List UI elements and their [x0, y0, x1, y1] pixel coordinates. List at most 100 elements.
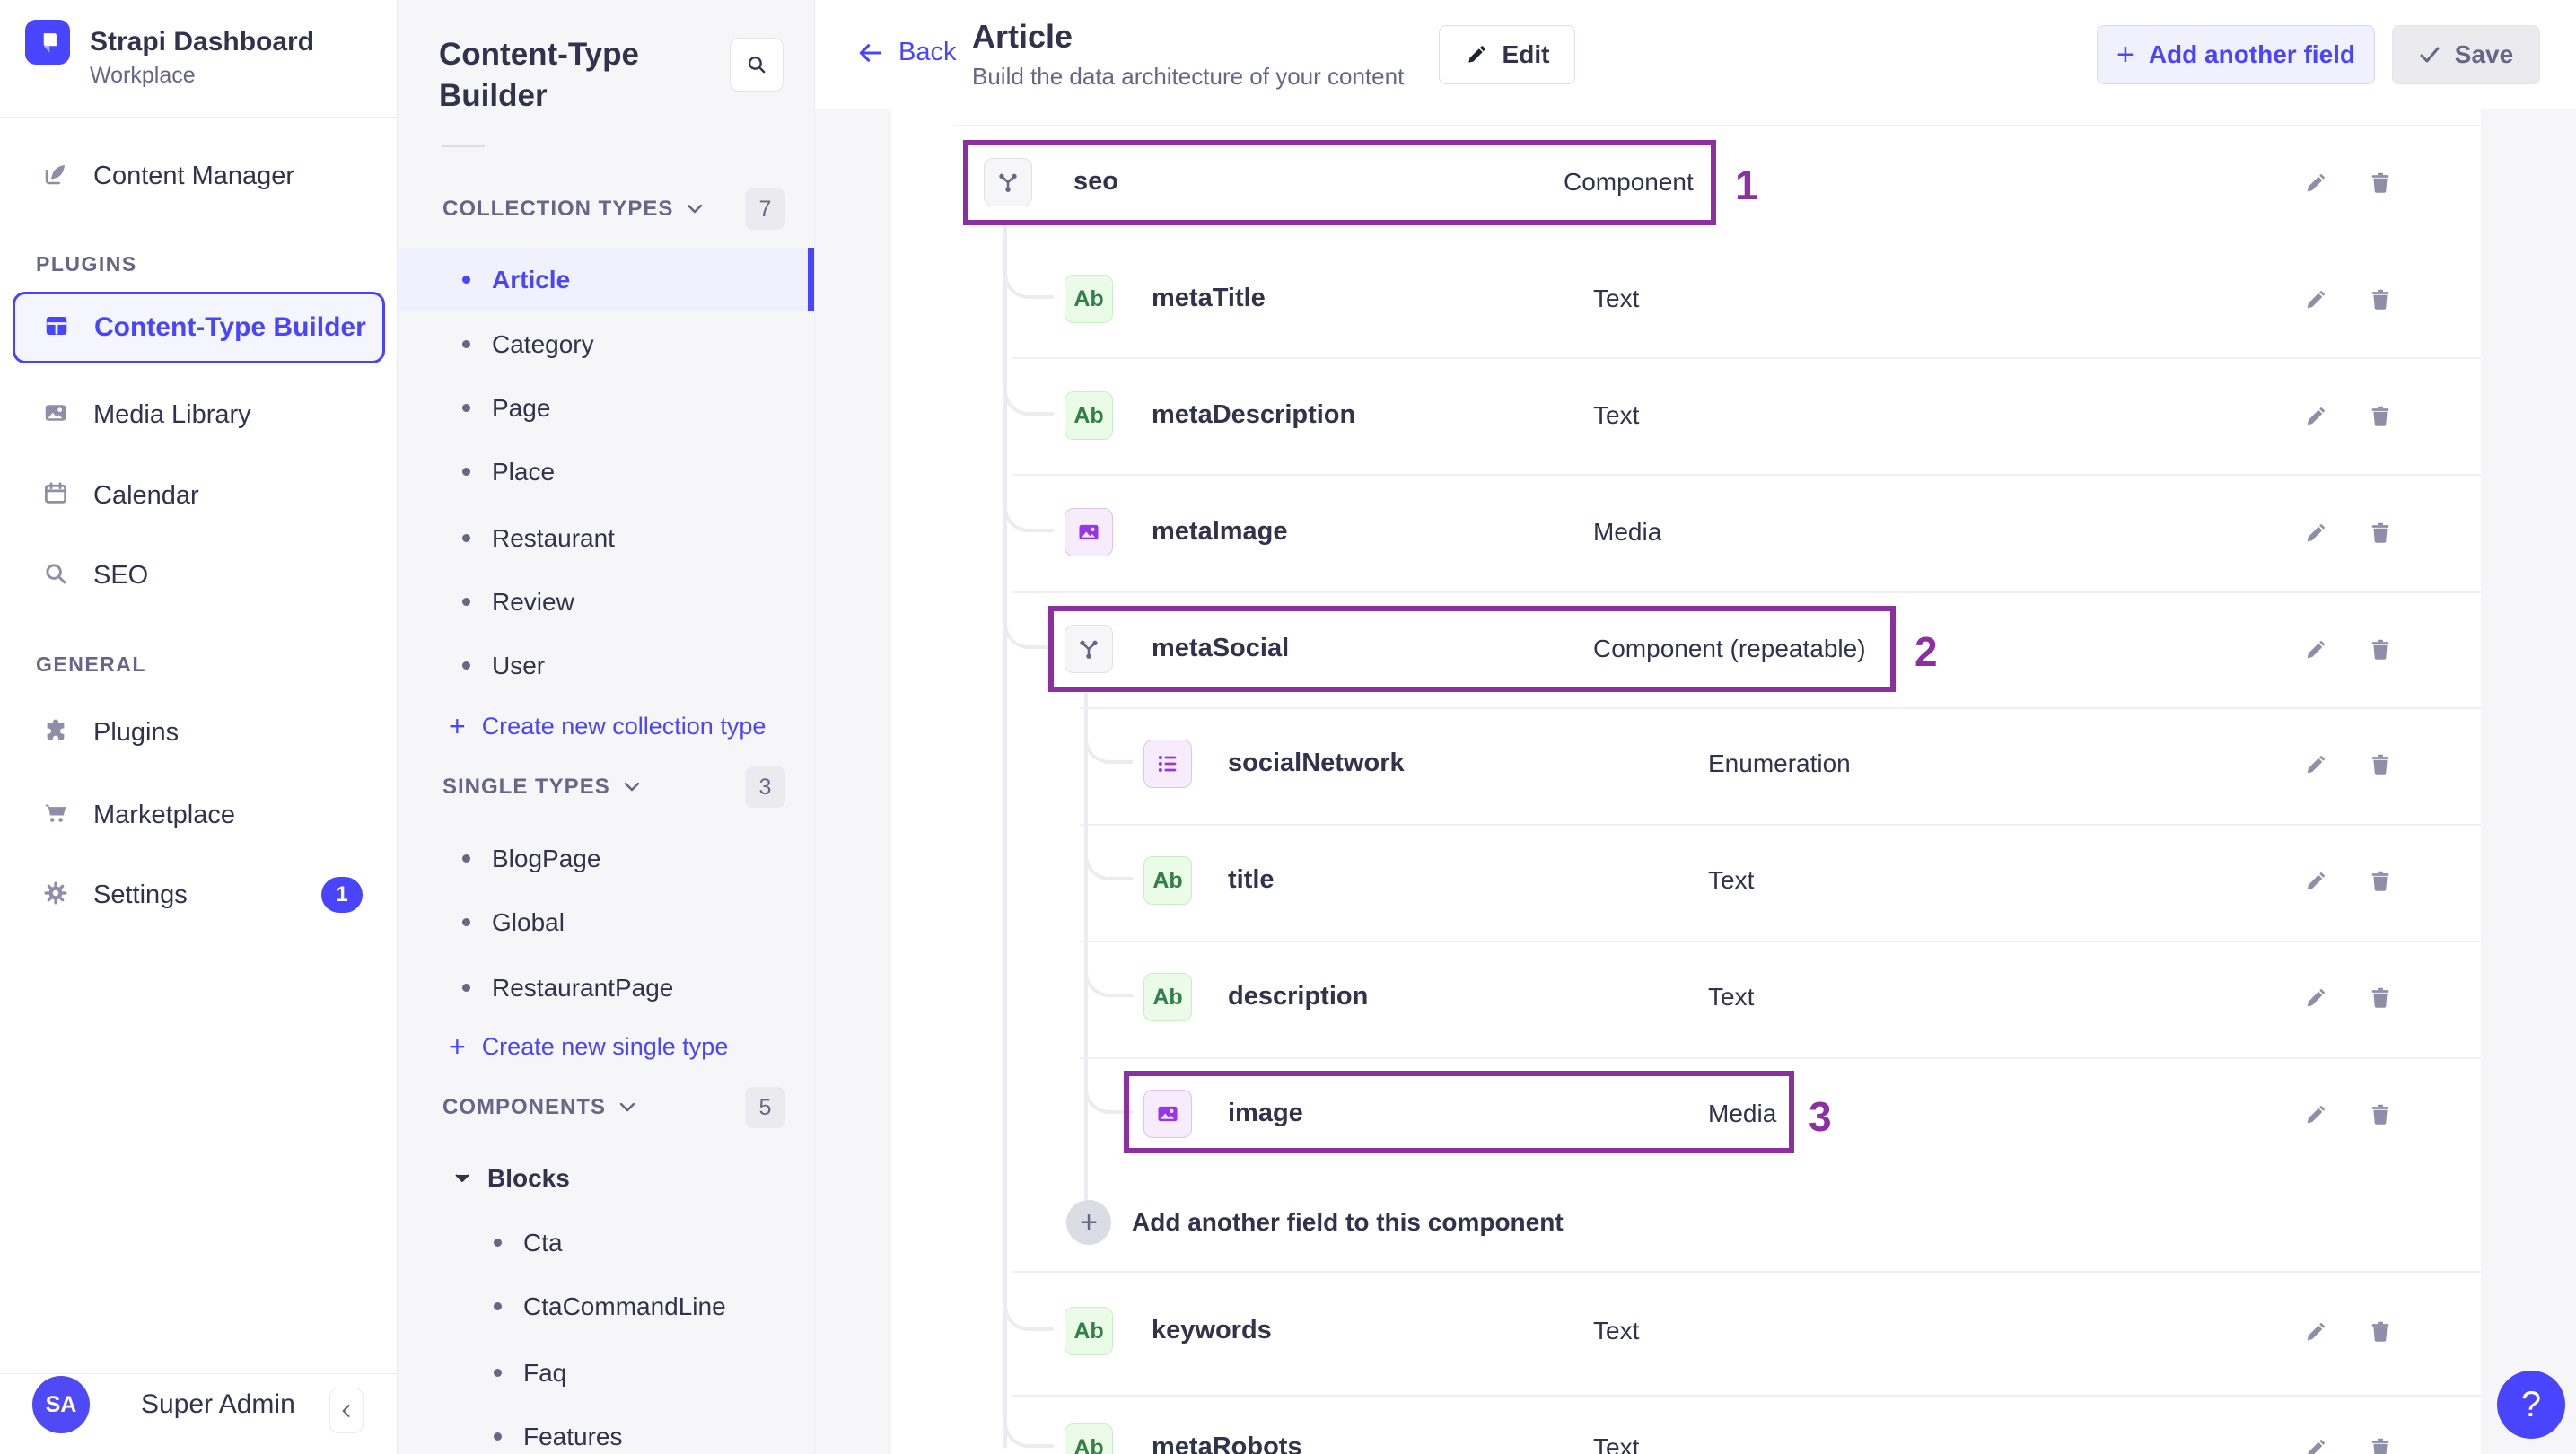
annotation-number-3: 3: [1809, 1093, 1832, 1140]
media-library-icon: [42, 399, 69, 431]
pencil-icon: [2307, 872, 2326, 890]
field-name: keywords: [1152, 1316, 1272, 1345]
row-divider: [1012, 591, 2481, 593]
create-collection-type-link[interactable]: + Create new collection type: [398, 695, 814, 758]
edit-field-button[interactable]: [2297, 164, 2335, 202]
section-title: COLLECTION TYPES: [442, 197, 674, 221]
settings-badge: 1: [321, 877, 363, 913]
section-collection-types[interactable]: COLLECTION TYPES 7: [398, 188, 814, 230]
panel-item-review[interactable]: Review: [398, 570, 814, 634]
field-name: metaRobots: [1152, 1432, 1302, 1454]
plus-icon: +: [449, 710, 466, 742]
collapse-sidebar-button[interactable]: [329, 1388, 364, 1433]
edit-button[interactable]: Edit: [1439, 25, 1575, 84]
plus-circle-icon[interactable]: +: [1066, 1200, 1111, 1245]
text-field-icon: Ab: [1143, 973, 1192, 1021]
edit-field-button[interactable]: [2297, 1430, 2335, 1454]
edit-field-button[interactable]: [2297, 398, 2335, 435]
section-single-types[interactable]: SINGLE TYPES 3: [398, 766, 814, 808]
sidebar-item-marketplace[interactable]: Marketplace: [0, 786, 397, 844]
edit-field-button[interactable]: [2297, 746, 2335, 784]
edit-field-button[interactable]: [2297, 514, 2335, 552]
search-button[interactable]: [730, 38, 784, 92]
search-icon: [42, 560, 69, 591]
delete-field-button[interactable]: [2361, 164, 2399, 202]
panel-item-features[interactable]: Features: [398, 1405, 814, 1454]
field-name: title: [1228, 865, 1275, 894]
panel-item-blogpage[interactable]: BlogPage: [398, 827, 814, 890]
avatar[interactable]: SA: [32, 1376, 90, 1433]
edit-field-button[interactable]: [2297, 631, 2335, 669]
divider: [0, 1373, 397, 1374]
sidebar-item-calendar[interactable]: Calendar: [0, 467, 397, 524]
add-field-label: Add another field: [2148, 40, 2356, 68]
panel-item-page[interactable]: Page: [398, 376, 814, 440]
panel-item-label: Place: [492, 457, 556, 486]
edit-field-button[interactable]: [2297, 1096, 2335, 1134]
sidebar-item-settings[interactable]: Settings 1: [0, 866, 397, 924]
pencil-icon: [1468, 46, 1485, 63]
sidebar-item-media-library[interactable]: Media Library: [0, 386, 397, 443]
edit-field-button[interactable]: [2297, 1313, 2335, 1351]
sidebar-item-plugins[interactable]: Plugins: [0, 704, 397, 761]
field-type: Text: [1708, 866, 1755, 894]
panel-item-restaurantpage[interactable]: RestaurantPage: [398, 956, 814, 1020]
count-badge: 5: [745, 1087, 785, 1128]
add-another-field-button[interactable]: + Add another field: [2097, 25, 2375, 84]
panel-item-article[interactable]: Article: [398, 248, 814, 311]
help-button[interactable]: ?: [2497, 1371, 2565, 1439]
cart-icon: [42, 800, 69, 831]
field-row-metaimage: metaImage Media: [891, 489, 2481, 575]
panel-item-label: Features: [523, 1422, 623, 1450]
sidebar-item-content-type-builder[interactable]: Content-Type Builder: [13, 292, 385, 364]
field-name: metaDescription: [1152, 400, 1356, 429]
panel-item-cta[interactable]: Cta: [398, 1211, 814, 1274]
panel-item-label: Cta: [523, 1228, 563, 1257]
add-component-field-row[interactable]: + Add another field to this component: [891, 1179, 2481, 1266]
edit-field-button[interactable]: [2297, 979, 2335, 1017]
annotation-number-2: 2: [1914, 628, 1938, 675]
delete-field-button[interactable]: [2361, 1430, 2399, 1454]
save-label: Save: [2454, 40, 2514, 68]
pencil-icon: [2307, 173, 2326, 192]
bullet-icon: [494, 1302, 502, 1310]
add-component-field-label[interactable]: Add another field to this component: [1132, 1208, 1564, 1237]
delete-field-button[interactable]: [2361, 514, 2399, 552]
panel-item-faq[interactable]: Faq: [398, 1341, 814, 1405]
content-type-builder-icon: [43, 312, 70, 344]
panel-item-category[interactable]: Category: [398, 312, 814, 376]
delete-field-button[interactable]: [2361, 281, 2399, 319]
sidebar-item-seo[interactable]: SEO: [0, 547, 397, 604]
delete-field-button[interactable]: [2361, 746, 2399, 784]
nav-section-general: GENERAL: [36, 653, 146, 676]
delete-field-button[interactable]: [2361, 1096, 2399, 1134]
panel-item-restaurant[interactable]: Restaurant: [398, 506, 814, 570]
delete-field-button[interactable]: [2361, 1313, 2399, 1351]
back-link[interactable]: Back: [857, 38, 956, 67]
delete-field-button[interactable]: [2361, 398, 2399, 435]
delete-field-button[interactable]: [2361, 631, 2399, 669]
trash-icon: [2371, 406, 2389, 426]
panel-item-ctacommandline[interactable]: CtaCommandLine: [398, 1274, 814, 1338]
enumeration-field-icon: [1143, 740, 1192, 788]
panel-item-global[interactable]: Global: [398, 890, 814, 954]
sidebar-item-label: Marketplace: [93, 800, 235, 829]
trash-icon: [2371, 522, 2389, 543]
component-group-blocks[interactable]: Blocks: [398, 1146, 814, 1210]
bullet-icon: [462, 276, 470, 284]
panel-item-place[interactable]: Place: [398, 440, 814, 504]
save-button[interactable]: Save: [2392, 25, 2540, 84]
pencil-icon: [2307, 988, 2326, 1007]
edit-field-button[interactable]: [2297, 863, 2335, 900]
edit-field-button[interactable]: [2297, 281, 2335, 319]
row-divider: [1080, 1057, 2481, 1059]
panel-item-user[interactable]: User: [398, 634, 814, 697]
delete-field-button[interactable]: [2361, 979, 2399, 1017]
section-components[interactable]: COMPONENTS 5: [398, 1087, 814, 1128]
delete-field-button[interactable]: [2361, 863, 2399, 900]
trash-icon: [2371, 1321, 2389, 1342]
trash-icon: [2371, 172, 2389, 193]
sidebar-item-content-manager[interactable]: Content Manager: [0, 147, 397, 205]
create-single-type-link[interactable]: + Create new single type: [398, 1015, 814, 1079]
field-type: Media: [1708, 1099, 1777, 1127]
